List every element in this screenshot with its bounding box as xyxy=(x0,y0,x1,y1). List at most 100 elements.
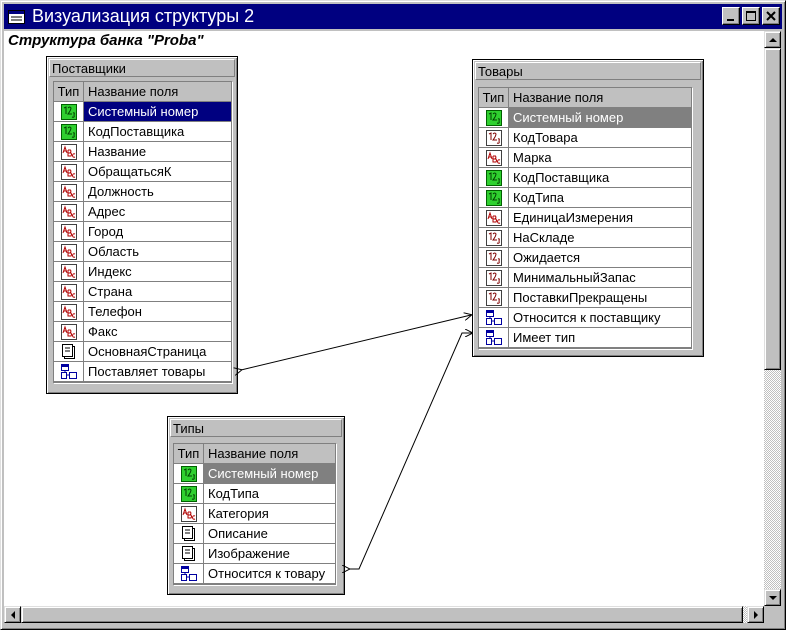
vertical-scrollbar[interactable] xyxy=(764,31,781,606)
field-name: Системный номер xyxy=(509,108,691,127)
field-row[interactable]: Факс xyxy=(54,322,231,342)
text-field-icon xyxy=(60,143,77,160)
table-suppliers-title: Поставщики xyxy=(49,59,235,77)
field-type-cell xyxy=(54,342,84,361)
scroll-down-button[interactable] xyxy=(764,589,781,606)
field-row[interactable]: Область xyxy=(54,242,231,262)
minimize-icon xyxy=(727,19,734,21)
horizontal-scroll-thumb[interactable] xyxy=(21,606,743,623)
field-row[interactable]: МинимальныйЗапас xyxy=(479,268,691,288)
field-row[interactable]: ОсновнаяСтраница xyxy=(54,342,231,362)
table-suppliers-grid: Тип Название поля Системный номер КодПостав… xyxy=(53,81,232,383)
table-suppliers[interactable]: Поставщики Тип Название поля Системный ном… xyxy=(46,56,238,394)
title-bar[interactable]: Визуализация структуры 2 xyxy=(4,4,782,29)
field-row[interactable]: Относится к поставщику xyxy=(479,308,691,328)
field-type-cell xyxy=(479,228,509,247)
window-title: Визуализация структуры 2 xyxy=(32,6,255,26)
field-type-cell xyxy=(174,564,204,583)
field-row[interactable]: Имеет тип xyxy=(479,328,691,348)
size-grip[interactable] xyxy=(764,606,781,623)
field-row[interactable]: КодТовара xyxy=(479,128,691,148)
diagram-canvas[interactable]: Структура банка "Proba" Поставщики Тип На… xyxy=(4,31,764,606)
field-type-cell xyxy=(479,148,509,167)
field-type-cell xyxy=(479,248,509,267)
field-row[interactable]: Описание xyxy=(174,524,335,544)
field-name: Должность xyxy=(88,184,154,199)
field-row[interactable]: Ожидается xyxy=(479,248,691,268)
scroll-up-button[interactable] xyxy=(764,31,781,48)
field-row[interactable]: КодТипа xyxy=(174,484,335,504)
table-goods-grid: Тип Название поля Системный номер КодТовара… xyxy=(478,87,692,349)
field-row[interactable]: КодТипа xyxy=(479,188,691,208)
field-row[interactable]: КодПоставщика xyxy=(54,122,231,142)
text-field-icon xyxy=(60,203,77,220)
field-name: Страна xyxy=(88,284,133,299)
window-icon[interactable] xyxy=(8,9,26,25)
field-type-cell xyxy=(54,262,84,281)
field-row[interactable]: ОбращатьсяК xyxy=(54,162,231,182)
field-type-cell xyxy=(54,142,84,161)
field-name: Город xyxy=(88,224,124,239)
field-type-cell xyxy=(479,288,509,307)
field-row[interactable]: Изображение xyxy=(174,544,335,564)
scroll-left-button[interactable] xyxy=(4,606,21,623)
field-row[interactable]: Индекс xyxy=(54,262,231,282)
field-name: ПоставкиПрекращены xyxy=(513,290,648,305)
arrow-right-icon xyxy=(754,611,758,619)
field-row[interactable]: Системный номер xyxy=(479,108,691,128)
text-field-icon xyxy=(60,183,77,200)
header-field-name: Название поля xyxy=(208,446,299,461)
field-name: Ожидается xyxy=(513,250,581,265)
field-row[interactable]: Телефон xyxy=(54,302,231,322)
numeric-field-icon xyxy=(485,249,502,266)
field-name: КодТипа xyxy=(208,486,260,501)
text-field-icon xyxy=(60,243,77,260)
field-row[interactable]: Адрес xyxy=(54,202,231,222)
field-type-cell xyxy=(54,322,84,341)
grid-header: Тип Название поля xyxy=(54,82,231,102)
field-name: Изображение xyxy=(208,546,290,561)
field-row[interactable]: Категория xyxy=(174,504,335,524)
field-type-cell xyxy=(174,484,204,503)
field-name: ЕдиницаИзмерения xyxy=(513,210,634,225)
field-row[interactable]: Страна xyxy=(54,282,231,302)
field-row[interactable]: ЕдиницаИзмерения xyxy=(479,208,691,228)
maximize-icon xyxy=(746,11,756,21)
minimize-button[interactable] xyxy=(722,7,740,25)
field-name: Адрес xyxy=(88,204,126,219)
vertical-scroll-thumb[interactable] xyxy=(764,48,781,370)
field-type-cell xyxy=(54,282,84,301)
close-button[interactable] xyxy=(762,7,780,25)
field-name: Поставляет товары xyxy=(88,364,206,379)
field-type-cell xyxy=(174,544,204,563)
field-row[interactable]: Системный номер xyxy=(54,102,231,122)
field-row[interactable]: Должность xyxy=(54,182,231,202)
table-goods[interactable]: Товары Тип Название поля Системный номер Ко… xyxy=(472,59,704,357)
text-field-icon xyxy=(485,209,502,226)
scroll-right-button[interactable] xyxy=(747,606,764,623)
field-type-cell xyxy=(479,188,509,207)
field-type-cell xyxy=(479,128,509,147)
text-field-icon xyxy=(60,223,77,240)
arrow-up-icon xyxy=(769,38,777,42)
text-field-icon xyxy=(60,263,77,280)
numeric-field-icon xyxy=(485,169,502,186)
field-row[interactable]: Город xyxy=(54,222,231,242)
field-row[interactable]: Поставляет товары xyxy=(54,362,231,382)
field-type-cell xyxy=(54,102,84,121)
field-name: КодПоставщика xyxy=(88,124,185,139)
link-suppliers-goods xyxy=(241,315,471,370)
field-row[interactable]: Относится к товару xyxy=(174,564,335,584)
maximize-button[interactable] xyxy=(742,7,760,25)
horizontal-scrollbar[interactable] xyxy=(4,606,764,623)
field-type-cell xyxy=(479,328,509,347)
field-row[interactable]: Название xyxy=(54,142,231,162)
field-row[interactable]: Марка xyxy=(479,148,691,168)
field-row[interactable]: Системный номер xyxy=(174,464,335,484)
field-row[interactable]: НаСкладе xyxy=(479,228,691,248)
table-types[interactable]: Типы Тип Название поля Системный номер КодТ… xyxy=(167,416,345,595)
field-row[interactable]: ПоставкиПрекращены xyxy=(479,288,691,308)
field-name: Факс xyxy=(88,324,118,339)
relation-field-icon xyxy=(485,329,502,346)
field-row[interactable]: КодПоставщика xyxy=(479,168,691,188)
